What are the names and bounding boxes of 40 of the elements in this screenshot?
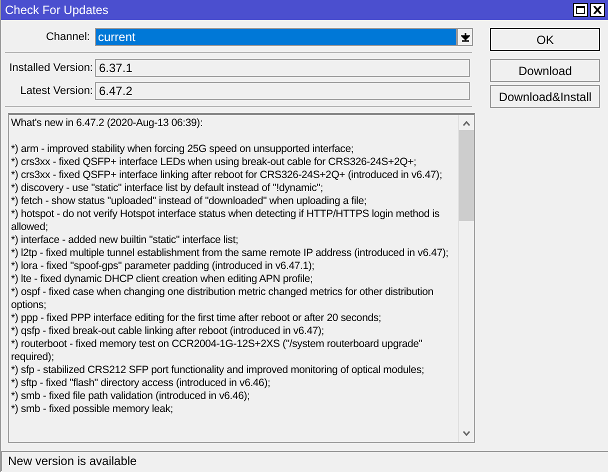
release-note: *) sfp - stabilized CRS212 SFP port functionality and improved monitoring of optical modules; (11, 364, 426, 377)
dropdown-button[interactable] (457, 28, 473, 46)
scroll-up-icon[interactable] (463, 121, 470, 126)
action-button[interactable]: Download&Install (490, 85, 600, 108)
close-icon (593, 6, 602, 14)
field-label: Latest Version: (19, 84, 93, 98)
close-button[interactable] (590, 3, 605, 17)
release-note: *) arm - improved stability when forcing 25G speed on unsupported interface; (11, 143, 355, 156)
channel-dropdown[interactable]: current (95, 28, 457, 46)
release-note: *) qsfp - fixed break-out cable linking after reboot (introduced in v6.47); (11, 325, 326, 338)
release-note: *) ppp - fixed PPP interface editing for the first time after reboot or after 20 seconds; (11, 312, 382, 325)
release-note: *) crs3xx - fixed QSFP+ interface linking after reboot for CRS326-24S+2Q+ (introduced in v6.47); (11, 169, 444, 182)
dropdown-arrow-icon (460, 32, 470, 42)
release-note: *) hotspot - do not verify Hotspot interface status when detecting if HTTP/HTTPS login method is allowed; (11, 208, 440, 234)
vertical-scrollbar[interactable] (458, 115, 474, 442)
version-field: 6.47.2 (95, 82, 470, 100)
release-note: *) discovery - use "static" interface list by default instead of "!dynamic"; (11, 182, 324, 195)
scrollbar-thumb[interactable] (459, 130, 474, 221)
version-field: 6.37.1 (95, 59, 470, 77)
release-note: *) interface - added new builtin "static" interface list; (11, 234, 240, 247)
release-note: *) l2tp - fixed multiple tunnel establishment from the same remote IP address (introduced in v6.47); (11, 247, 450, 260)
release-note: *) fetch - show status "uploaded" instead of "downloaded" when uploading a file; (11, 195, 368, 208)
release-note: *) routerboot - fixed memory test on CCR2004-1G-12S+2XS ("/system routerboard upgrade" required); (11, 338, 424, 364)
release-note: *) sftp - fixed "flash" directory access (introduced in v6.46); (11, 377, 272, 390)
notes-heading: What's new in 6.47.2 (2020-Aug-13 06:39): (11, 117, 204, 130)
maximize-button[interactable] (573, 3, 588, 17)
maximize-icon (576, 6, 585, 14)
action-button[interactable]: OK (490, 28, 600, 51)
status-bar: New version is available (1, 451, 608, 471)
release-note: *) crs3xx - fixed QSFP+ interface LEDs when using break-out cable for CRS326-24S+2Q+; (11, 156, 418, 169)
release-note: *) smb - fixed file path validation (introduced in v6.46); (11, 390, 251, 403)
release-note: *) smb - fixed possible memory leak; (11, 403, 174, 416)
field-label: Installed Version: (8, 61, 93, 75)
release-note: *) ospf - fixed case when changing one distribution metric changed metrics for other distribution options; (11, 286, 434, 312)
scroll-down-icon[interactable] (463, 431, 470, 436)
release-note: *) lora - fixed "spoof-gps" parameter padding (introduced in v6.47.1); (11, 260, 316, 273)
channel-label: Channel: (44, 30, 90, 45)
release-note: *) lte - fixed dynamic DHCP client creation when editing APN profile; (11, 273, 314, 286)
window-title: Check For Updates (5, 2, 108, 19)
action-button[interactable]: Download (490, 59, 600, 82)
